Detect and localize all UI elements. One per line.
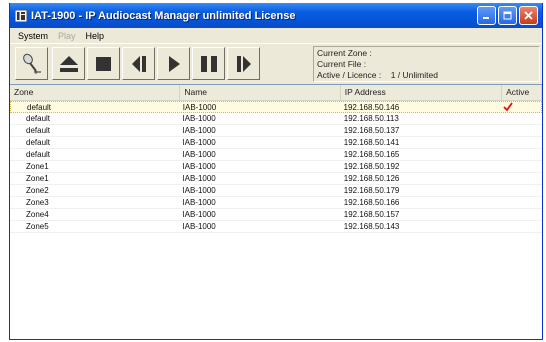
active-check-icon <box>503 102 514 112</box>
status-panel: Current Zone : Current File : Active / L… <box>313 46 540 82</box>
close-button[interactable] <box>519 6 538 25</box>
table-header: Zone Name IP Address Active <box>10 85 542 101</box>
active-licence-label: Active / Licence : <box>317 70 382 80</box>
previous-button[interactable] <box>122 47 155 80</box>
table-row[interactable]: default IAB-1000 192.168.50.137 <box>10 125 542 137</box>
menu-help[interactable]: Help <box>81 31 110 41</box>
name-cell: IAB-1000 <box>182 126 216 135</box>
column-header-name[interactable]: Name <box>180 85 341 100</box>
toolbar: Current Zone : Current File : Active / L… <box>10 43 542 85</box>
active-cell <box>502 209 542 220</box>
zone-cell: default <box>27 103 52 112</box>
zone-cell: default <box>26 150 51 159</box>
ip-address-cell: 192.168.50.157 <box>343 210 400 219</box>
pause-button[interactable] <box>192 47 225 80</box>
device-table: Zone Name IP Address Active default IAB-1… <box>10 84 542 339</box>
ip-address-cell: 192.168.50.137 <box>343 126 400 135</box>
table-row[interactable]: Zone4 IAB-1000 192.168.50.157 <box>10 209 542 221</box>
minimize-button[interactable] <box>477 6 496 25</box>
ip-address-cell: 192.168.50.126 <box>343 174 400 183</box>
zone-cell: Zone1 <box>26 162 49 171</box>
ip-address-cell: 192.168.50.113 <box>343 114 399 123</box>
zone-cell: default <box>26 114 51 123</box>
zone-cell: default <box>26 126 51 135</box>
table-row[interactable]: default IAB-1000 192.168.50.146 <box>10 101 542 113</box>
app-window: IAT-1900 - IP Audiocast Manager unlimite… <box>9 3 543 340</box>
active-cell <box>501 102 541 112</box>
column-header-ip-address[interactable]: IP Address <box>341 85 503 100</box>
name-cell: IAB-1000 <box>182 198 216 207</box>
maximize-icon <box>503 11 512 20</box>
current-file-label: Current File : <box>317 59 367 69</box>
table-row[interactable]: Zone1 IAB-1000 192.168.50.192 <box>10 161 542 173</box>
minimize-icon <box>483 17 489 19</box>
play-button[interactable] <box>157 47 190 80</box>
name-cell: IAB-1000 <box>182 210 216 219</box>
eject-icon <box>59 55 78 72</box>
next-button[interactable] <box>227 47 260 80</box>
active-cell <box>502 173 542 184</box>
window-title: IAT-1900 - IP Audiocast Manager unlimite… <box>31 9 296 22</box>
active-cell <box>502 113 542 124</box>
ip-address-cell: 192.168.50.192 <box>343 162 400 171</box>
active-licence-value: 1 / Unlimited <box>390 70 438 80</box>
ip-address-cell: 192.168.50.141 <box>343 138 400 147</box>
eject-button[interactable] <box>52 47 85 80</box>
table-row[interactable]: Zone5 IAB-1000 192.168.50.143 <box>10 221 542 233</box>
active-cell <box>502 221 542 232</box>
name-cell: IAB-1000 <box>182 222 216 231</box>
zone-cell: Zone5 <box>26 222 49 231</box>
ip-address-cell: 192.168.50.165 <box>343 150 400 159</box>
name-cell: IAB-1000 <box>182 103 217 112</box>
zone-cell: Zone1 <box>26 174 49 183</box>
ip-address-cell: 192.168.50.166 <box>343 198 400 207</box>
active-cell <box>502 149 542 160</box>
name-cell: IAB-1000 <box>182 138 216 147</box>
table-row[interactable]: default IAB-1000 192.168.50.165 <box>10 149 542 161</box>
menu-bar: System Play Help <box>10 28 542 43</box>
ip-address-cell: 192.168.50.179 <box>343 186 400 195</box>
column-header-zone[interactable]: Zone <box>10 85 181 100</box>
stop-icon <box>95 56 111 71</box>
play-icon <box>168 55 180 72</box>
name-cell: IAB-1000 <box>182 114 216 123</box>
app-icon <box>15 9 27 22</box>
column-header-active[interactable]: Active <box>502 85 542 100</box>
pause-icon <box>200 55 217 72</box>
active-cell <box>502 137 542 148</box>
table-row[interactable]: default IAB-1000 192.168.50.113 <box>10 113 542 125</box>
close-icon <box>524 11 533 20</box>
microphone-icon <box>22 53 41 74</box>
next-icon <box>236 55 251 72</box>
previous-icon <box>131 55 146 72</box>
ip-address-cell: 192.168.50.143 <box>343 222 400 231</box>
maximize-button[interactable] <box>498 6 517 25</box>
active-cell <box>502 125 542 136</box>
table-row[interactable]: default IAB-1000 192.168.50.141 <box>10 137 542 149</box>
microphone-button[interactable] <box>15 47 48 80</box>
name-cell: IAB-1000 <box>182 174 216 183</box>
zone-cell: Zone2 <box>26 186 49 195</box>
zone-cell: default <box>26 138 51 147</box>
table-row[interactable]: Zone3 IAB-1000 192.168.50.166 <box>10 197 542 209</box>
table-row[interactable]: Zone2 IAB-1000 192.168.50.179 <box>10 185 542 197</box>
active-cell <box>502 161 542 172</box>
stop-button[interactable] <box>87 47 120 80</box>
active-cell <box>502 185 542 196</box>
current-zone-label: Current Zone : <box>317 48 372 58</box>
menu-system[interactable]: System <box>13 31 53 41</box>
active-licence-line: Active / Licence : 1 / Unlimited <box>317 70 539 81</box>
title-bar[interactable]: IAT-1900 - IP Audiocast Manager unlimite… <box>10 3 542 28</box>
name-cell: IAB-1000 <box>182 186 216 195</box>
menu-play[interactable]: Play <box>53 31 81 41</box>
name-cell: IAB-1000 <box>182 162 216 171</box>
ip-address-cell: 192.168.50.146 <box>343 103 400 112</box>
name-cell: IAB-1000 <box>182 150 216 159</box>
table-row[interactable]: Zone1 IAB-1000 192.168.50.126 <box>10 173 542 185</box>
zone-cell: Zone4 <box>26 210 49 219</box>
active-cell <box>502 197 542 208</box>
table-body: default IAB-1000 192.168.50.146 default IAB-… <box>10 101 542 233</box>
zone-cell: Zone3 <box>26 198 49 207</box>
